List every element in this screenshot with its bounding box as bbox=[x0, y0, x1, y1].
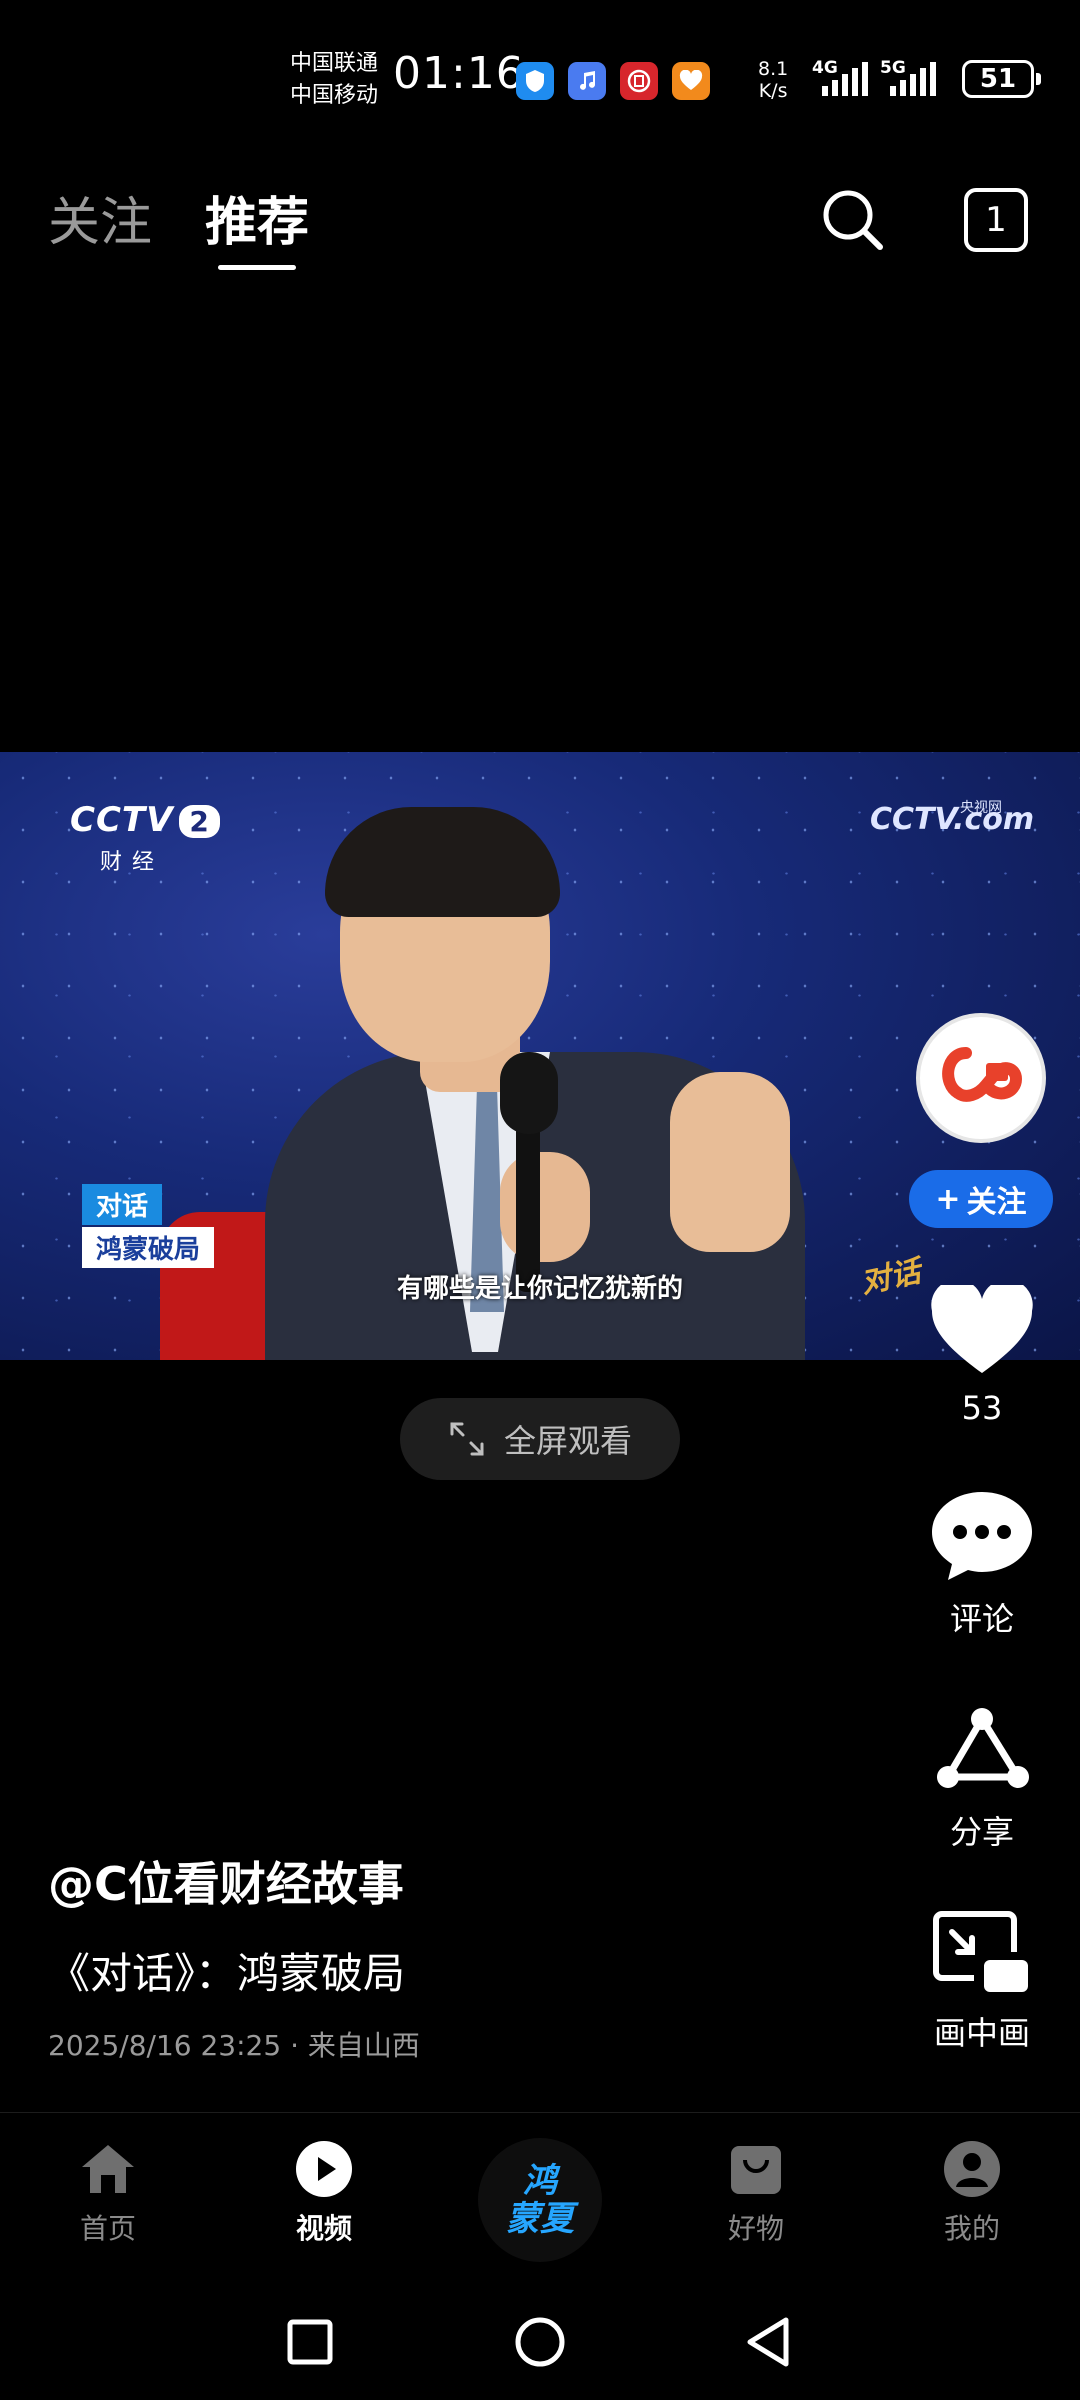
post-location: 来自山西 bbox=[307, 2029, 420, 2062]
home-system-button[interactable] bbox=[510, 2312, 570, 2372]
picture-in-picture-button[interactable]: 画中画 bbox=[910, 1910, 1054, 2054]
play-icon bbox=[294, 2139, 354, 2199]
net-speed-unit: K/s bbox=[758, 80, 788, 102]
nav-mine-label: 我的 bbox=[943, 2212, 1000, 2245]
music-app-icon bbox=[568, 62, 606, 100]
fullscreen-label: 全屏观看 bbox=[503, 1422, 632, 1460]
nav-goods[interactable]: 好物 bbox=[696, 2139, 816, 2247]
fullscreen-button[interactable]: 全屏观看 bbox=[400, 1398, 680, 1480]
net-speed-value: 8.1 bbox=[758, 58, 789, 80]
watermark-logo: CCTV.com 央视网 bbox=[870, 800, 1034, 837]
video-title[interactable]: 《对话》：鸿蒙破局 bbox=[48, 1940, 405, 2001]
center-logo-line-2: 蒙夏 bbox=[506, 2199, 574, 2239]
tab-recommend[interactable]: 推荐 bbox=[205, 180, 309, 255]
author-avatar[interactable] bbox=[916, 1013, 1046, 1143]
channel-logo-text: CCTV bbox=[70, 800, 174, 840]
channel-avatar-icon bbox=[942, 1047, 1023, 1102]
author-name[interactable]: @C位看财经故事 bbox=[48, 1848, 404, 1914]
carrier-2: 中国移动 bbox=[290, 83, 379, 108]
home-icon bbox=[78, 2139, 138, 2199]
nav-mine[interactable]: 我的 bbox=[912, 2139, 1032, 2247]
share-button[interactable]: 分享 bbox=[910, 1705, 1054, 1853]
comment-button[interactable]: 评论 bbox=[910, 1490, 1054, 1640]
like-count: 53 bbox=[961, 1389, 1003, 1427]
carrier-labels: 中国联通 中国移动 bbox=[290, 48, 378, 112]
search-icon bbox=[823, 190, 883, 250]
signal-bars-icon bbox=[890, 62, 936, 96]
nav-home-label: 首页 bbox=[79, 2212, 136, 2245]
channel-subtitle: 财经 bbox=[100, 850, 165, 875]
profile-icon bbox=[942, 2139, 1002, 2199]
program-tag: 对话 鸿蒙破局 bbox=[82, 1184, 215, 1268]
video-person-hand bbox=[500, 1152, 590, 1262]
signal-bars-icon bbox=[822, 62, 868, 96]
window-count-button[interactable]: 1 bbox=[964, 188, 1028, 252]
video-microphone-stem bbox=[516, 1122, 540, 1292]
video-person-hair bbox=[325, 807, 560, 917]
video-microphone bbox=[500, 1052, 558, 1134]
center-logo-line-1: 鸿 bbox=[523, 2161, 557, 2201]
square-icon bbox=[287, 2319, 333, 2365]
comment-label: 评论 bbox=[949, 1600, 1014, 1638]
post-date: 2025/8/16 23:25 bbox=[48, 2029, 282, 2062]
battery-icon: 51 bbox=[962, 60, 1041, 98]
recents-button[interactable] bbox=[280, 2312, 340, 2372]
meta-separator: · bbox=[290, 2029, 308, 2062]
follow-button[interactable]: + 关注 bbox=[909, 1170, 1053, 1228]
nav-video[interactable]: 视频 bbox=[264, 2139, 384, 2247]
back-triangle-icon bbox=[747, 2317, 789, 2367]
status-time: 01:16 bbox=[393, 48, 525, 99]
pip-icon bbox=[933, 1911, 1028, 1992]
share-label: 分享 bbox=[949, 1813, 1014, 1851]
watermark-text: CCTV.com bbox=[870, 802, 1035, 837]
program-tag-episode: 鸿蒙破局 bbox=[82, 1227, 215, 1268]
circle-icon bbox=[515, 2317, 565, 2367]
channel-logo: CCTV 2 bbox=[70, 800, 220, 840]
center-logo-button[interactable]: 鸿 蒙夏 bbox=[478, 2138, 602, 2262]
pip-label: 画中画 bbox=[933, 2014, 1030, 2052]
active-tab-indicator bbox=[218, 265, 296, 270]
bank-app-icon bbox=[620, 62, 658, 100]
system-nav-bar bbox=[0, 2290, 1080, 2400]
nav-home[interactable]: 首页 bbox=[48, 2139, 168, 2247]
shield-app-icon bbox=[516, 62, 554, 100]
tab-follow[interactable]: 关注 bbox=[48, 180, 152, 255]
nav-goods-label: 好物 bbox=[727, 2212, 784, 2245]
shopping-bag-icon bbox=[726, 2139, 786, 2199]
nav-video-label: 视频 bbox=[295, 2212, 352, 2245]
heart-app-icon bbox=[672, 62, 710, 100]
channel-number: 2 bbox=[179, 805, 220, 838]
heart-icon bbox=[931, 1279, 1033, 1373]
post-meta: 2025/8/16 23:25 · 来自山西 bbox=[48, 2024, 420, 2064]
comment-icon bbox=[932, 1492, 1032, 1580]
like-button[interactable]: 53 bbox=[910, 1279, 1054, 1427]
status-bar: 中国联通 中国移动 01:16 8.1 K/s 4G 5G 51 bbox=[0, 0, 1080, 150]
expand-icon bbox=[450, 1422, 484, 1456]
program-tag-name: 对话 bbox=[82, 1184, 163, 1225]
plus-icon: + bbox=[935, 1181, 961, 1217]
share-icon bbox=[937, 1708, 1029, 1788]
net-speed: 8.1 K/s bbox=[758, 58, 788, 102]
video-player[interactable]: CCTV 2 财经 CCTV.com 央视网 对话 鸿蒙破局 对话 有哪些是让你记… bbox=[0, 752, 1080, 1360]
follow-label: 关注 bbox=[966, 1185, 1027, 1220]
back-button[interactable] bbox=[740, 2312, 800, 2372]
carrier-1: 中国联通 bbox=[290, 51, 379, 76]
search-button[interactable] bbox=[818, 185, 888, 255]
video-person-raised-hand bbox=[670, 1072, 790, 1252]
